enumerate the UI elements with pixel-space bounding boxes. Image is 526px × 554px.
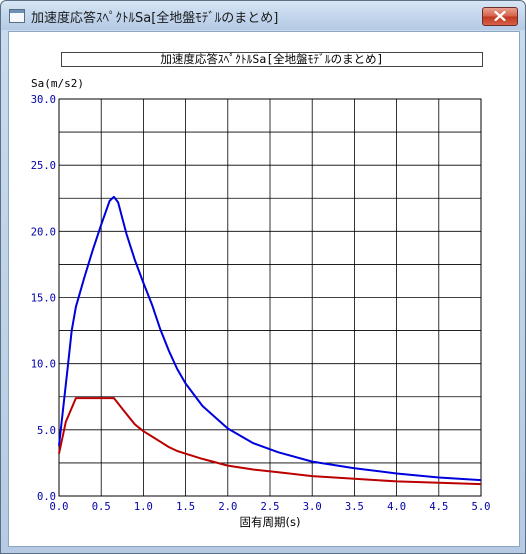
app-window: 加速度応答ｽﾍﾟｸﾄﾙSa[全地盤ﾓﾃﾞﾙのまとめ] 加速度応答ｽﾍﾟｸﾄﾙSa… — [0, 0, 526, 554]
y-tick-label: 25.0 — [31, 160, 56, 172]
x-tick-label: 4.0 — [387, 501, 406, 513]
y-tick-label: 15.0 — [31, 293, 56, 305]
x-tick-label: 2.0 — [218, 501, 237, 513]
x-tick-label: 3.0 — [303, 501, 322, 513]
y-tick-label: 10.0 — [31, 359, 56, 371]
y-axis-label: Sa(m/s2) — [31, 77, 84, 90]
y-tick-label: 5.0 — [37, 425, 56, 437]
x-tick-label: 3.5 — [345, 501, 364, 513]
close-icon — [494, 11, 506, 21]
app-icon[interactable] — [9, 9, 25, 23]
window-title: 加速度応答ｽﾍﾟｸﾄﾙSa[全地盤ﾓﾃﾞﾙのまとめ] — [31, 11, 279, 26]
x-tick-label: 5.0 — [472, 501, 491, 513]
x-tick-label: 2.5 — [261, 501, 280, 513]
y-tick-label: 20.0 — [31, 226, 56, 238]
chart-plot: 0.0 0.5 1.0 1.5 2.0 2.5 3.0 3.5 4.0 4.5 5.00.05.01… — [31, 77, 491, 529]
chart-panel: 加速度応答ｽﾍﾟｸﾄﾙSa[全地盤ﾓﾃﾞﾙのまとめ] 0.0 0.5 1.0 1.5 2… — [8, 31, 520, 547]
close-button[interactable] — [482, 7, 518, 26]
title-bar[interactable]: 加速度応答ｽﾍﾟｸﾄﾙSa[全地盤ﾓﾃﾞﾙのまとめ] — [1, 1, 525, 30]
x-tick-label: 1.0 — [134, 501, 153, 513]
x-tick-label: 0.5 — [92, 501, 111, 513]
x-tick-label: 1.5 — [176, 501, 195, 513]
x-tick-label: 4.5 — [429, 501, 448, 513]
y-tick-label: 0.0 — [37, 491, 56, 503]
y-tick-label: 30.0 — [31, 94, 56, 106]
x-axis-label: 固有周期(s) — [240, 515, 301, 529]
